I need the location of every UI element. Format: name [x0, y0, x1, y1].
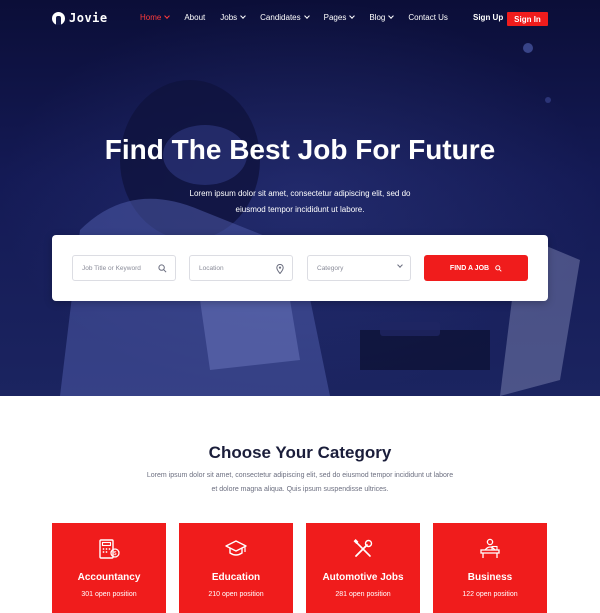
brand-name: Jovie: [69, 11, 108, 25]
logo-icon: [52, 11, 65, 25]
find-job-button[interactable]: FIND A JOB: [424, 255, 528, 281]
chevron-down-icon: [303, 13, 310, 19]
location-placeholder: Location: [199, 264, 224, 272]
nav-item-about[interactable]: About: [184, 13, 205, 22]
category-name: Accountancy: [77, 572, 141, 583]
hero-subtitle-line: Lorem ipsum dolor sit amet, consectetur …: [189, 189, 411, 198]
chevron-down-icon: [388, 13, 395, 19]
wrench-screwdriver-icon: [353, 539, 373, 557]
nav-item-label: Jobs: [220, 13, 238, 22]
category-section-subtitle: Lorem ipsum dolor sit amet, consectetur …: [125, 469, 475, 497]
category-subtitle-line: et dolore magna aliqua. Quis ipsum suspe…: [211, 486, 389, 493]
category-select-value: Category: [317, 264, 344, 272]
main-menu: Home About Jobs Candidates Pages Blog Co…: [140, 13, 463, 22]
find-job-label: FIND A JOB: [449, 264, 490, 272]
nav-item-contact[interactable]: Contact Us: [408, 13, 448, 22]
nav-item-blog[interactable]: Blog: [369, 13, 395, 22]
chevron-down-icon: [164, 13, 171, 19]
business-desk-icon: [480, 538, 500, 558]
hero-section: Jovie Home About Jobs Candidates Pages B…: [0, 0, 600, 396]
nav-item-candidates[interactable]: Candidates: [260, 13, 310, 22]
search-icon: [495, 264, 502, 272]
nav-item-label: Blog: [369, 13, 386, 22]
category-count: 122 open position: [462, 591, 518, 598]
category-name: Education: [211, 572, 261, 583]
location-input[interactable]: Location: [189, 255, 293, 281]
nav-item-label: Pages: [323, 13, 347, 22]
hero-subtitle-line: eiusmod tempor incididunt ut labore.: [235, 205, 365, 214]
sign-in-button[interactable]: Sign In: [507, 12, 548, 26]
category-subtitle-line: Lorem ipsum dolor sit amet, consectetur …: [146, 472, 454, 479]
sign-up-link[interactable]: Sign Up: [473, 13, 503, 22]
category-count: 210 open position: [208, 591, 264, 598]
chevron-down-icon: [349, 13, 356, 19]
category-count: 281 open position: [335, 591, 391, 598]
nav-item-label: Home: [140, 13, 162, 22]
category-select[interactable]: Category: [307, 255, 411, 281]
category-section-title: Choose Your Category: [208, 443, 392, 462]
nav-item-jobs[interactable]: Jobs: [220, 13, 246, 22]
search-icon: [158, 264, 167, 273]
nav-item-home[interactable]: Home: [140, 13, 171, 22]
chevron-down-icon: [240, 13, 246, 19]
keyword-input[interactable]: Job Title or Keyword: [72, 255, 176, 281]
map-pin-icon: [276, 264, 284, 274]
category-name: Automotive Jobs: [322, 572, 404, 583]
chevron-down-icon: [397, 262, 403, 268]
nav-item-label: Contact Us: [408, 13, 448, 22]
brand-logo[interactable]: Jovie: [52, 11, 108, 25]
nav-item-label: Candidates: [260, 13, 301, 22]
top-navbar: Jovie Home About Jobs Candidates Pages B…: [0, 0, 600, 38]
svg-text:$: $: [114, 551, 117, 557]
graduation-cap-icon: [225, 540, 247, 556]
nav-item-pages[interactable]: Pages: [323, 13, 356, 22]
job-search-form: Job Title or Keyword Location Category F…: [52, 235, 548, 301]
category-count: 301 open position: [81, 591, 137, 598]
keyword-placeholder: Job Title or Keyword: [82, 264, 141, 272]
nav-item-label: About: [184, 13, 206, 22]
category-name: Business: [467, 572, 513, 583]
hero-subtitle: Lorem ipsum dolor sit amet, consectetur …: [180, 186, 420, 218]
accounting-icon: $: [99, 539, 120, 559]
hero-title: Find The Best Job For Future: [104, 134, 496, 165]
